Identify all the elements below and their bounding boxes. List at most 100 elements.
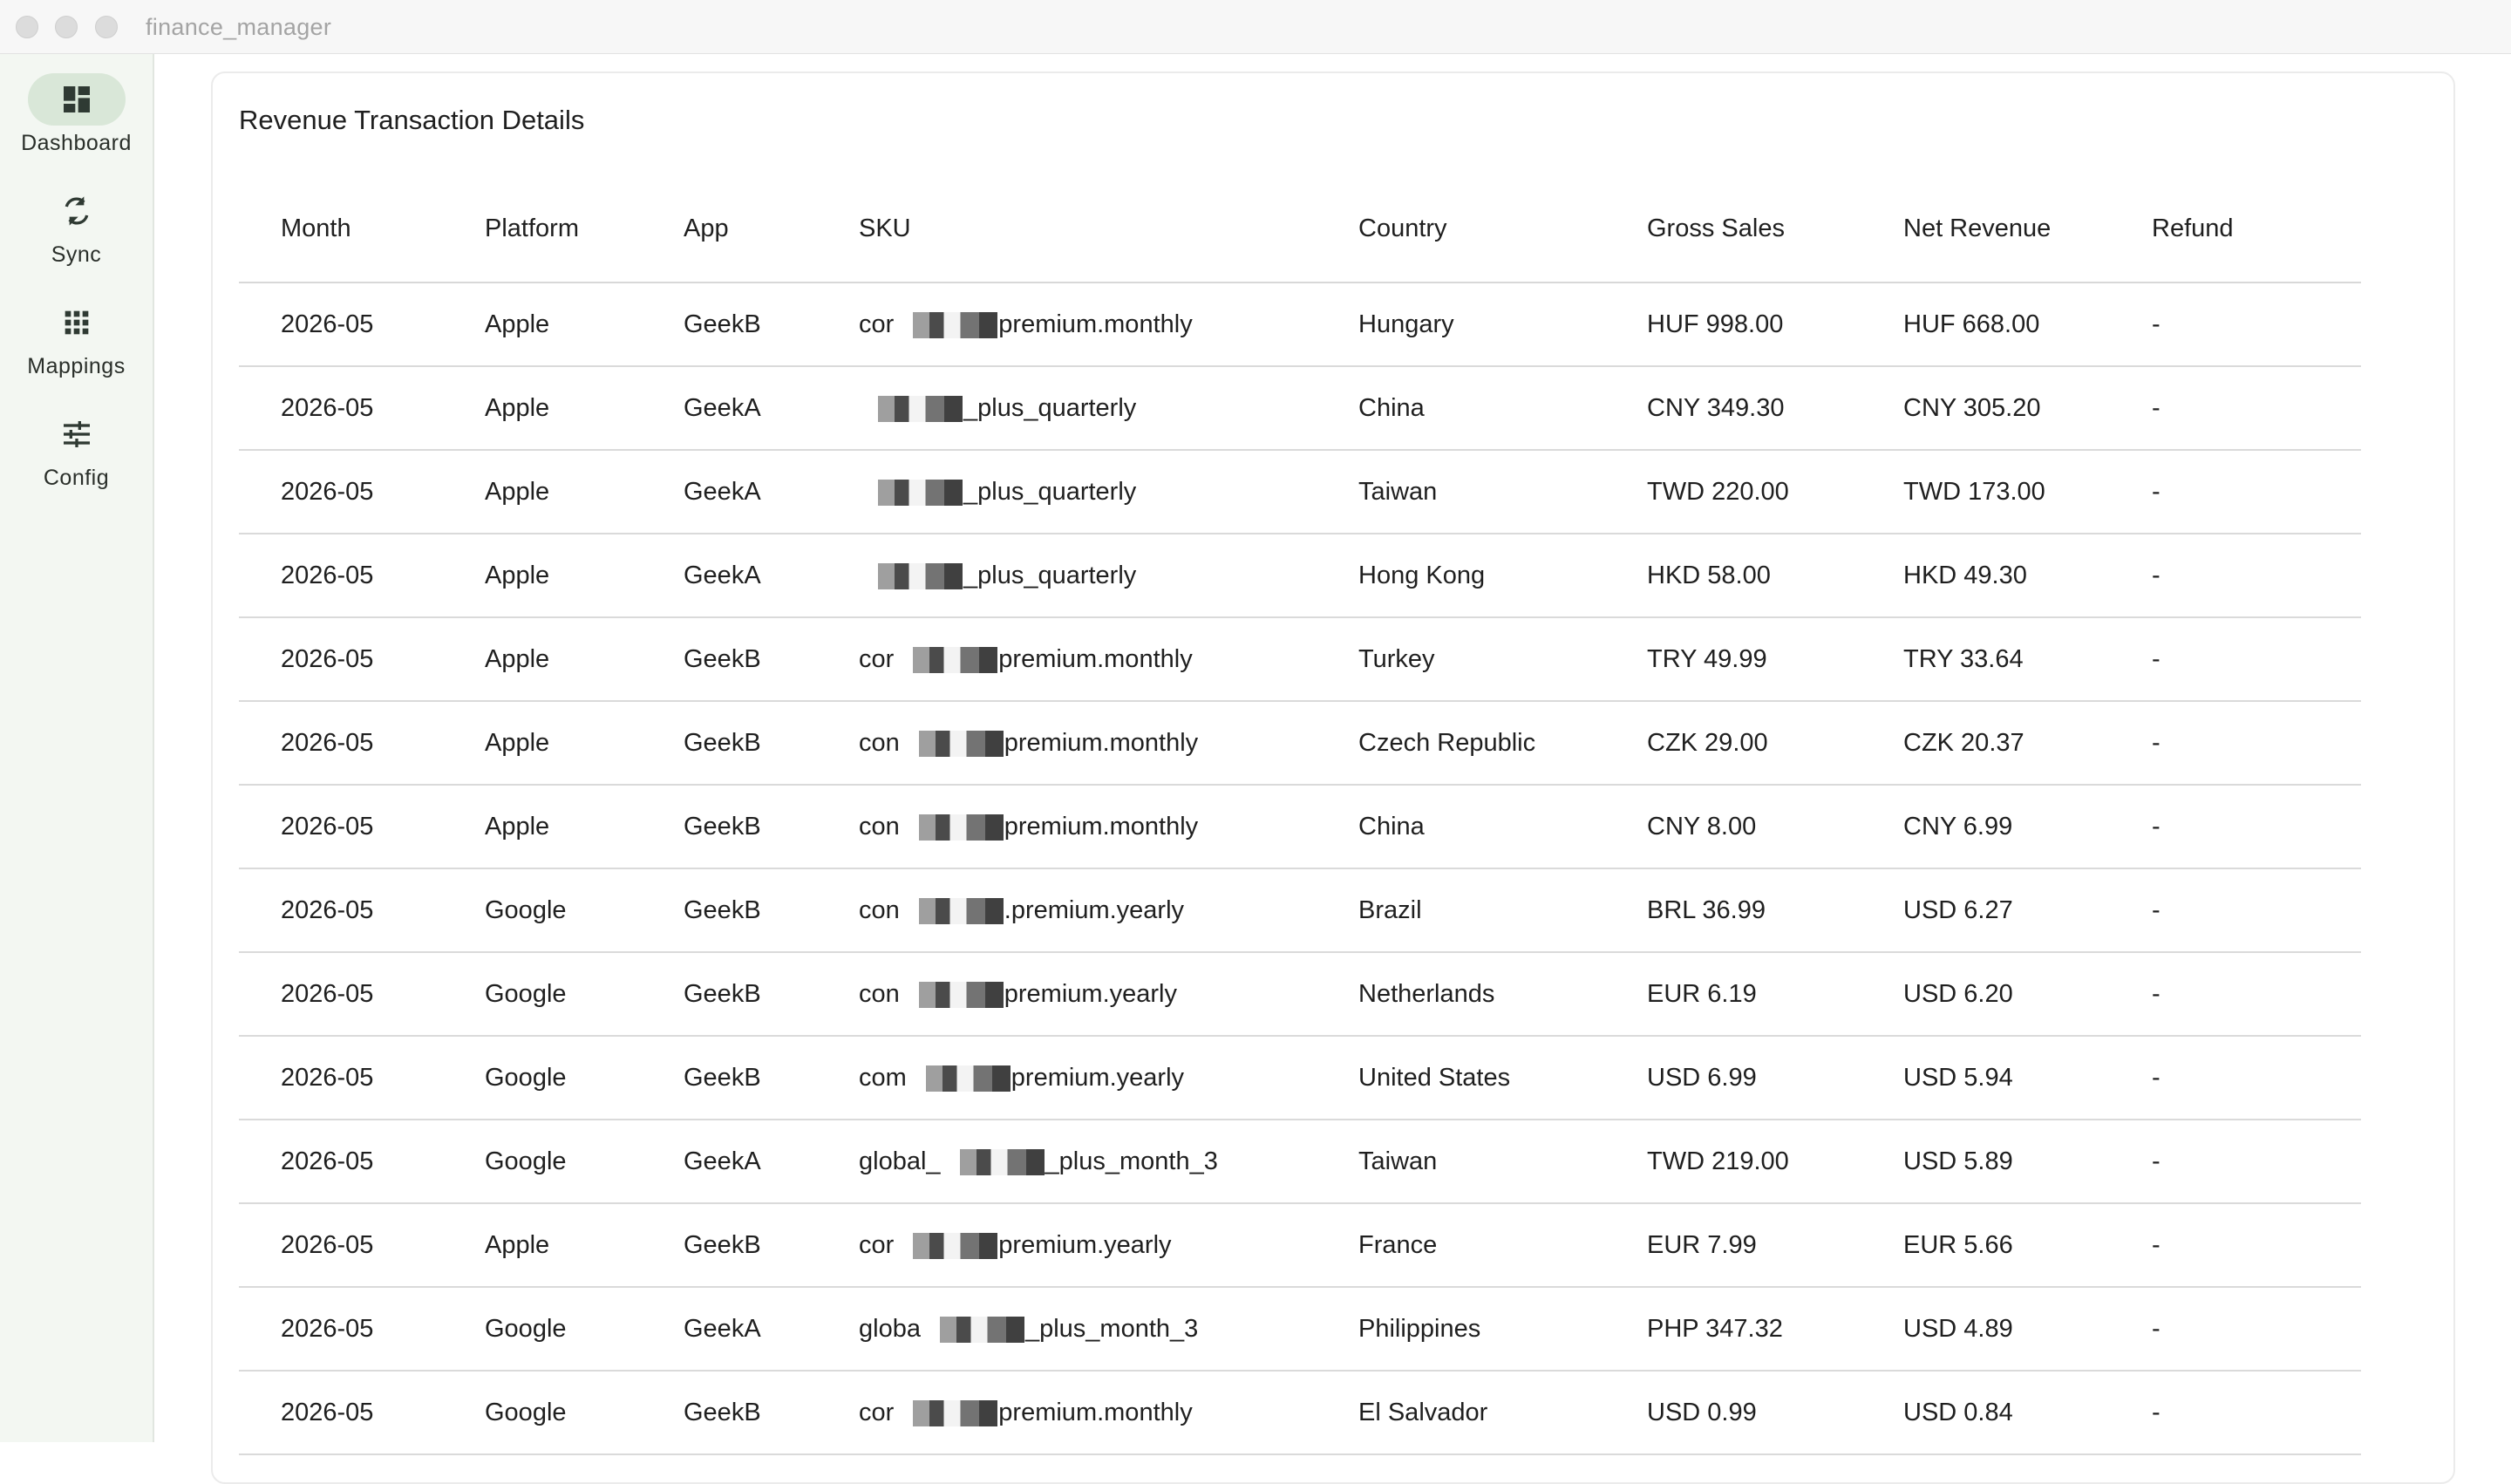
redacted-sku-segment (895, 646, 998, 673)
sku-prefix: com (859, 1063, 907, 1092)
table-row[interactable]: 2026-05 Apple GeekA _plus_quarterly Hong Kon… (239, 534, 2361, 618)
cell-country: Brazil (1317, 868, 1605, 953)
column-header-sku[interactable]: SKU (817, 187, 1317, 283)
table-row[interactable]: 2026-05 Apple GeekB cor premium.monthly Hunga… (239, 283, 2361, 367)
cell-app: GeekB (642, 617, 817, 702)
minimize-window-button[interactable] (55, 16, 78, 38)
table-row[interactable]: 2026-05 Google GeekB con premium.yearly Nethe… (239, 952, 2361, 1037)
sku-suffix: .premium.yearly (1004, 895, 1185, 924)
cell-gross-sales: HKD 58.00 (1605, 534, 1861, 618)
sku-prefix: con (859, 812, 900, 841)
cell-month: 2026-05 (239, 785, 443, 869)
redacted-sku-segment (907, 1065, 1011, 1092)
column-header-app[interactable]: App (642, 187, 817, 283)
redacted-sku-segment (860, 479, 963, 506)
table-row[interactable]: 2026-05 Google GeekB con .premium.yearly Braz… (239, 868, 2361, 953)
cell-platform: Google (443, 1036, 642, 1120)
redacted-sku-segment (860, 395, 963, 422)
redacted-sku-segment (941, 1148, 1045, 1175)
redacted-sku-segment (895, 1232, 998, 1259)
table-row[interactable]: 2026-05 Apple GeekA _plus_quarterly Taiwan TW… (239, 450, 2361, 534)
table-row[interactable]: 2026-05 Google GeekA global_ _plus_month_3 Ta… (239, 1120, 2361, 1204)
cell-gross-sales: EUR 7.99 (1605, 1203, 1861, 1288)
table-row[interactable]: 2026-05 Apple GeekB cor premium.yearly France… (239, 1203, 2361, 1288)
cell-country: China (1317, 366, 1605, 451)
redacted-sku-segment (900, 813, 1004, 841)
sku-suffix: _plus_quarterly (963, 561, 1137, 589)
cell-app: GeekB (642, 1036, 817, 1120)
cell-platform: Apple (443, 534, 642, 618)
cell-refund: - (2110, 785, 2361, 869)
dashboard-icon (27, 73, 126, 126)
cell-app: GeekB (642, 868, 817, 953)
cell-sku: con premium.yearly (817, 952, 1317, 1037)
sku-prefix: global_ (859, 1147, 941, 1175)
column-header-gross-sales[interactable]: Gross Sales (1605, 187, 1861, 283)
column-header-refund[interactable]: Refund (2110, 187, 2361, 283)
cell-sku: _plus_quarterly (817, 450, 1317, 534)
cell-gross-sales: PHP 347.32 (1605, 1287, 1861, 1372)
cell-month: 2026-05 (239, 450, 443, 534)
cell-refund: - (2110, 701, 2361, 786)
cell-net-revenue: CNY 6.99 (1861, 785, 2110, 869)
cell-refund: - (2110, 366, 2361, 451)
column-header-net-revenue[interactable]: Net Revenue (1861, 187, 2110, 283)
sku-suffix: premium.yearly (1004, 979, 1177, 1008)
cell-country: United States (1317, 1036, 1605, 1120)
sku-suffix: premium.monthly (998, 1398, 1193, 1426)
cell-platform: Apple (443, 283, 642, 367)
sku-suffix: premium.yearly (998, 1230, 1172, 1259)
sku-prefix: cor (859, 1398, 895, 1426)
table-row[interactable]: 2026-05 Apple GeekA _plus_quarterly China CNY… (239, 366, 2361, 451)
page-title: Revenue Transaction Details (239, 105, 585, 135)
cell-net-revenue: USD 6.27 (1861, 868, 2110, 953)
sidebar-item-label: Mappings (27, 354, 126, 378)
cell-app: GeekA (642, 366, 817, 451)
cell-country: Hungary (1317, 283, 1605, 367)
sidebar-item-sync[interactable]: Sync (0, 185, 153, 268)
column-header-month[interactable]: Month (239, 187, 443, 283)
window-title: finance_manager (146, 14, 332, 40)
cell-refund: - (2110, 450, 2361, 534)
cell-net-revenue: USD 5.89 (1861, 1120, 2110, 1204)
cell-net-revenue: CNY 305.20 (1861, 366, 2110, 451)
sidebar-item-mappings[interactable]: Mappings (0, 296, 153, 379)
cell-net-revenue: USD 6.20 (1861, 952, 2110, 1037)
redacted-sku-segment (921, 1316, 1024, 1343)
cell-sku: con .premium.yearly (817, 868, 1317, 953)
column-header-country[interactable]: Country (1317, 187, 1605, 283)
sliders-icon (28, 408, 126, 460)
table-row[interactable]: 2026-05 Google GeekB com premium.yearly Unite… (239, 1036, 2361, 1120)
zoom-window-button[interactable] (95, 16, 118, 38)
cell-platform: Google (443, 1120, 642, 1204)
table-row[interactable]: 2026-05 Apple GeekB cor premium.monthly Turke… (239, 617, 2361, 702)
cell-refund: - (2110, 1120, 2361, 1204)
cell-app: GeekB (642, 1203, 817, 1288)
sku-prefix: cor (859, 310, 895, 338)
cell-platform: Apple (443, 450, 642, 534)
redacted-sku-segment (895, 311, 998, 338)
sku-suffix: _plus_quarterly (963, 393, 1137, 422)
sidebar-item-config[interactable]: Config (0, 408, 153, 491)
sku-prefix: con (859, 895, 900, 924)
table-row[interactable]: 2026-05 Apple GeekB con premium.monthly China… (239, 785, 2361, 869)
close-window-button[interactable] (16, 16, 38, 38)
cell-platform: Apple (443, 1203, 642, 1288)
table-row[interactable]: 2026-05 Apple GeekB con premium.monthly Czech… (239, 701, 2361, 786)
sidebar-item-dashboard[interactable]: Dashboard (0, 73, 153, 156)
sidebar-item-label: Dashboard (21, 131, 132, 155)
cell-country: France (1317, 1203, 1605, 1288)
sku-suffix: _plus_month_3 (1024, 1314, 1199, 1343)
title-bar: finance_manager (0, 0, 2511, 54)
cell-month: 2026-05 (239, 366, 443, 451)
cell-month: 2026-05 (239, 534, 443, 618)
cell-gross-sales: TWD 219.00 (1605, 1120, 1861, 1204)
cell-app: GeekB (642, 952, 817, 1037)
cell-gross-sales: CZK 29.00 (1605, 701, 1861, 786)
cell-refund: - (2110, 617, 2361, 702)
cell-month: 2026-05 (239, 1036, 443, 1120)
column-header-platform[interactable]: Platform (443, 187, 642, 283)
table-row[interactable]: 2026-05 Google GeekA globa _plus_month_3 Phil… (239, 1287, 2361, 1372)
cell-refund: - (2110, 868, 2361, 953)
sku-prefix: cor (859, 644, 895, 673)
